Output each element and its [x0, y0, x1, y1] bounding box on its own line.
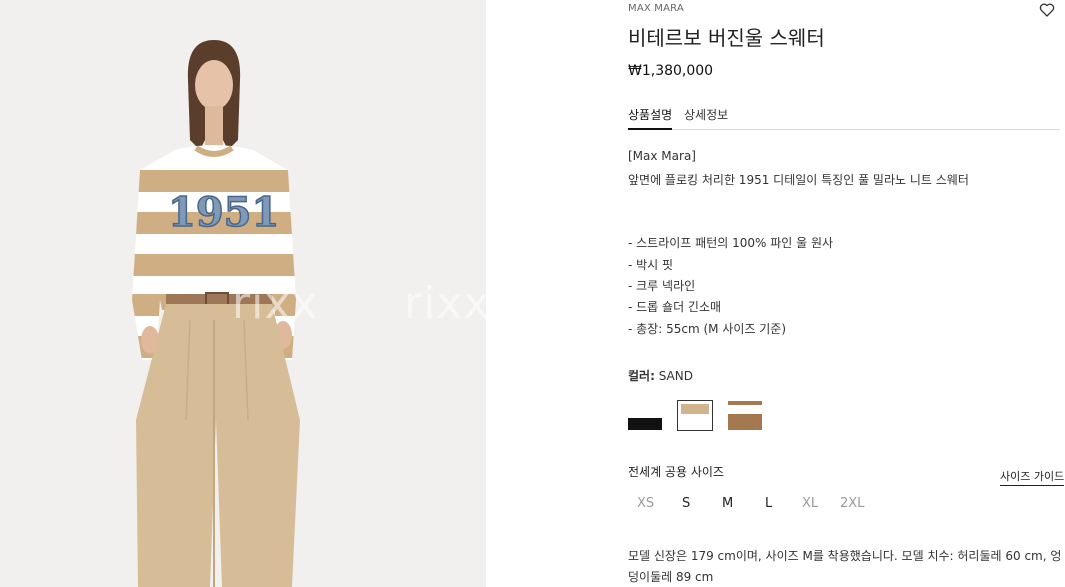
size-option-l[interactable]: L [765, 496, 772, 511]
watermark-text: rixx [404, 278, 486, 329]
product-image[interactable]: 1951 rixx rixx [0, 0, 486, 587]
description-summary: 앞면에 플로킹 처리한 1951 디테일이 특징인 풀 밀라노 니트 스웨터 [628, 173, 969, 187]
product-title: 비테르보 버진울 스웨터 [628, 26, 825, 50]
svg-text:1951: 1951 [168, 189, 279, 236]
description-bullet: - 크루 넥라인 [628, 279, 696, 293]
product-price: ₩1,380,000 [628, 63, 714, 79]
watermark-text: rixx [232, 278, 319, 329]
description-bullet: - 총장: 55cm (M 사이즈 기준) [628, 322, 786, 336]
size-guide-link[interactable]: 사이즈 가이드 [1000, 468, 1065, 486]
description-bullet: - 드롭 숄더 긴소매 [628, 300, 722, 314]
description-bullet: - 박시 핏 [628, 258, 674, 272]
detail-tabs: 상품설명 상세정보 [628, 104, 1060, 130]
size-option-xs[interactable]: XS [637, 496, 654, 511]
color-swatch-sand[interactable] [677, 400, 713, 431]
model-info-text: 모델 신장은 179 cm이며, 사이즈 M를 착용했습니다. 모델 치수: 허… [628, 549, 1062, 563]
heart-outline-icon[interactable] [1039, 2, 1055, 18]
color-swatch-camel[interactable] [728, 401, 762, 430]
color-label-prefix: 컬러: [628, 369, 655, 383]
size-section-heading: 전세계 공용 사이즈 [628, 465, 724, 479]
size-option-2xl[interactable]: 2XL [840, 496, 864, 511]
size-option-m[interactable]: M [722, 496, 733, 511]
color-label: 컬러: SAND [628, 367, 693, 384]
model-info-text: 덩이둘레 89 cm [628, 570, 714, 584]
description-bullet: - 스트라이프 패턴의 100% 파인 울 원사 [628, 236, 834, 250]
brand-name[interactable]: MAX MARA [628, 3, 684, 14]
color-value: SAND [658, 369, 693, 383]
size-option-s[interactable]: S [682, 496, 690, 511]
description-brand-line: [Max Mara] [628, 149, 696, 163]
color-swatch-white-black[interactable] [628, 401, 662, 430]
tab-detail-info[interactable]: 상세정보 [684, 106, 728, 130]
product-info-panel: MAX MARA 비테르보 버진울 스웨터 ₩1,380,000 상품설명 상세… [628, 0, 1065, 587]
tab-product-description[interactable]: 상품설명 [628, 106, 673, 130]
size-option-xl[interactable]: XL [802, 496, 818, 511]
